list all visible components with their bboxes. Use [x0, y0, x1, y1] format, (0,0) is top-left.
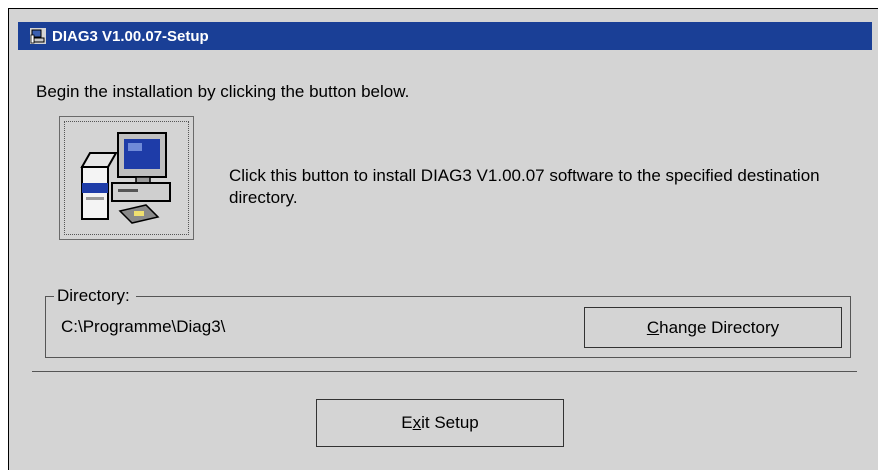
install-description: Click this button to install DIAG3 V1.00… [229, 166, 820, 207]
exit-setup-button[interactable]: Ex it Setup [316, 399, 564, 447]
separator-line [32, 371, 857, 372]
exit-setup-label-rest: it Setup [421, 413, 479, 432]
title-bar: DIAG3 V1.00.07-Setup [18, 22, 872, 50]
intro-text: Begin the installation by clicking the b… [36, 82, 410, 101]
change-directory-button[interactable]: Change Directory [584, 307, 842, 348]
install-button[interactable] [59, 116, 194, 240]
exit-setup-mnemonic: x [412, 413, 422, 432]
computer-install-icon [80, 132, 171, 224]
change-directory-mnemonic: C [646, 317, 660, 337]
exit-setup-label-start: E [401, 413, 413, 432]
change-directory-label: hange Directory [659, 317, 780, 337]
window-title: DIAG3 V1.00.07-Setup [52, 27, 209, 45]
setup-app-icon [30, 28, 46, 44]
directory-label: Directory: [54, 286, 136, 306]
directory-path: C:\Programme\Diag3\ [61, 317, 226, 336]
